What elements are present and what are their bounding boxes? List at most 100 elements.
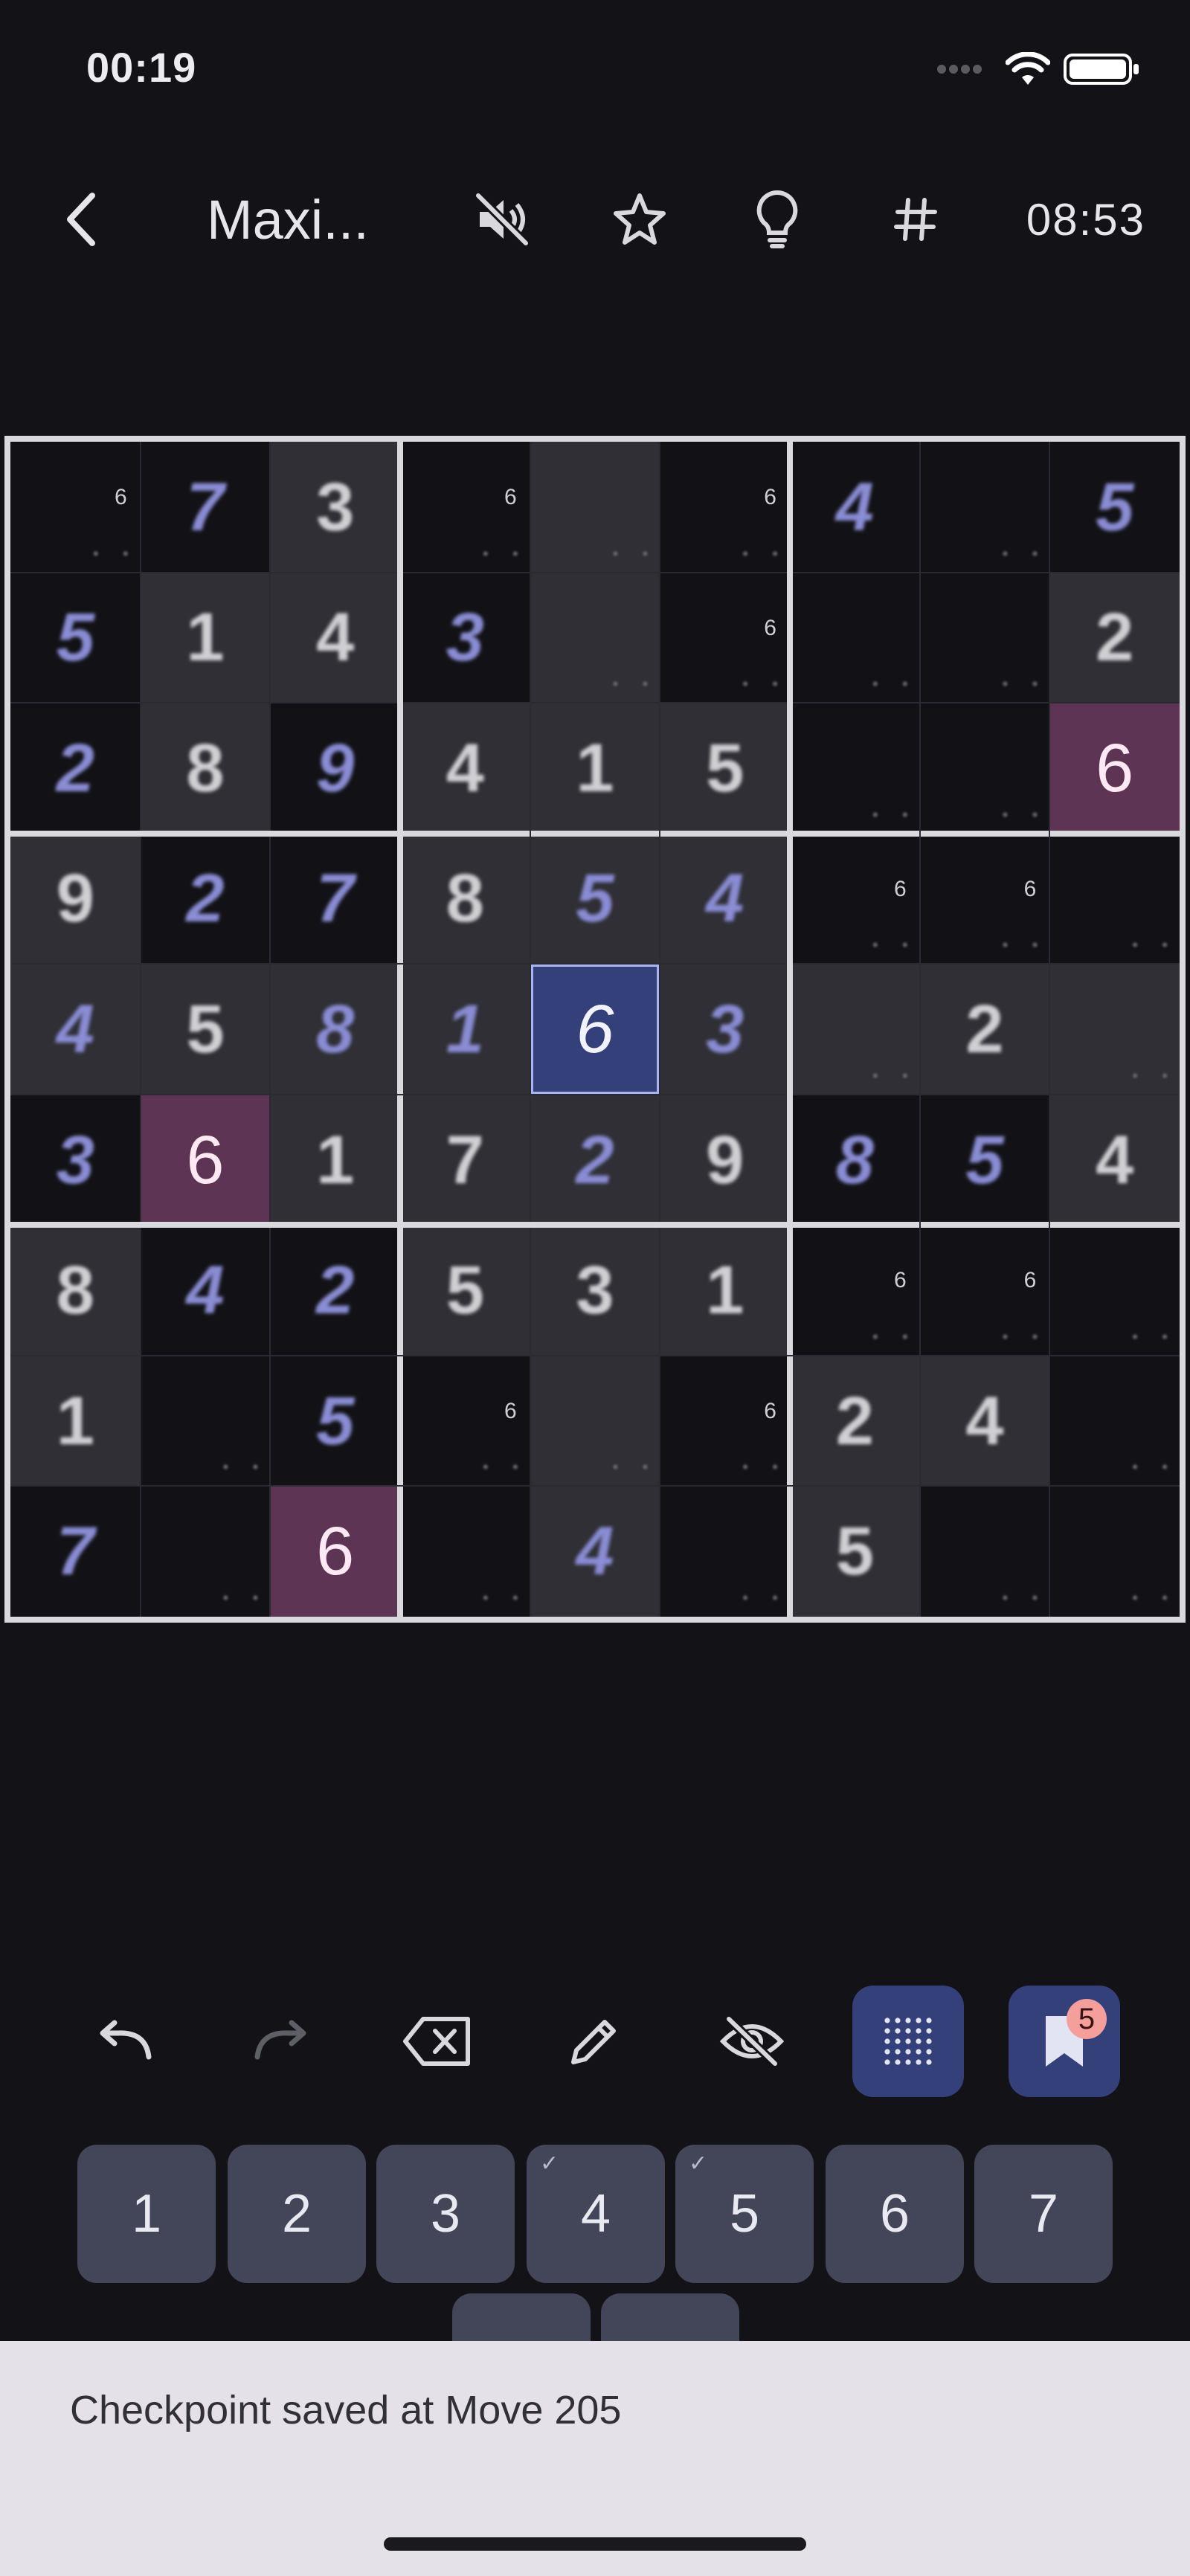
cell-r3c6[interactable]: 5 bbox=[660, 703, 790, 834]
cell-r8c3[interactable]: 5 bbox=[270, 1355, 400, 1487]
cell-r3c9[interactable]: 6 bbox=[1049, 703, 1180, 834]
cell-r1c2[interactable]: 7 bbox=[140, 442, 271, 573]
undo-button[interactable] bbox=[68, 1986, 180, 2097]
cell-r4c7[interactable]: 6 • • bbox=[790, 833, 920, 965]
pencil-button[interactable] bbox=[538, 1986, 650, 2097]
cell-r6c9[interactable]: 4 bbox=[1049, 1094, 1180, 1226]
cell-r3c5[interactable]: 1 bbox=[530, 703, 660, 834]
cell-r2c5[interactable]: • • bbox=[530, 572, 660, 703]
cell-r8c4[interactable]: 6 • • bbox=[400, 1355, 530, 1487]
cell-r6c2[interactable]: 6 bbox=[140, 1094, 271, 1226]
number-key-7[interactable]: 7 bbox=[974, 2145, 1113, 2283]
cell-r8c6[interactable]: 6 • • bbox=[660, 1355, 790, 1487]
cell-r4c5[interactable]: 5 bbox=[530, 833, 660, 965]
cell-r4c8[interactable]: 6 • • bbox=[919, 833, 1050, 965]
cell-r2c3[interactable]: 4 bbox=[270, 572, 400, 703]
candidates-button[interactable] bbox=[852, 1986, 964, 2097]
cell-r7c3[interactable]: 2 bbox=[270, 1225, 400, 1356]
cell-r6c7[interactable]: 8 bbox=[790, 1094, 920, 1226]
cell-r1c5[interactable]: • • bbox=[530, 442, 660, 573]
cell-r1c4[interactable]: 6 • • bbox=[400, 442, 530, 573]
cell-r9c5[interactable]: 4 bbox=[530, 1486, 660, 1617]
cell-r1c9[interactable]: 5 bbox=[1049, 442, 1180, 573]
cell-r5c9[interactable]: • • bbox=[1049, 964, 1180, 1095]
cell-r6c3[interactable]: 1 bbox=[270, 1094, 400, 1226]
cell-r1c8[interactable]: • • bbox=[919, 442, 1050, 573]
cell-r7c7[interactable]: 6 • • bbox=[790, 1225, 920, 1356]
cell-r8c9[interactable]: • • bbox=[1049, 1355, 1180, 1487]
cell-r9c4[interactable]: • • bbox=[400, 1486, 530, 1617]
cell-r5c1[interactable]: 4 bbox=[10, 964, 141, 1095]
cell-r2c4[interactable]: 3 bbox=[400, 572, 530, 703]
cell-r9c3[interactable]: 6 bbox=[270, 1486, 400, 1617]
cell-r2c8[interactable]: • • bbox=[919, 572, 1050, 703]
cell-r5c6[interactable]: 3 bbox=[660, 964, 790, 1095]
cell-r5c5[interactable]: 6 bbox=[530, 964, 660, 1095]
cell-r3c3[interactable]: 9 bbox=[270, 703, 400, 834]
cell-r2c9[interactable]: 2 bbox=[1049, 572, 1180, 703]
cell-r8c1[interactable]: 1 bbox=[10, 1355, 141, 1487]
cell-r7c6[interactable]: 1 bbox=[660, 1225, 790, 1356]
cell-r2c7[interactable]: • • bbox=[790, 572, 920, 703]
number-key-6[interactable]: 6 bbox=[826, 2145, 964, 2283]
number-key-2[interactable]: 2 bbox=[228, 2145, 366, 2283]
cell-r6c8[interactable]: 5 bbox=[919, 1094, 1050, 1226]
cell-r2c6[interactable]: 6 • • bbox=[660, 572, 790, 703]
cell-r3c7[interactable]: • • bbox=[790, 703, 920, 834]
cell-r4c9[interactable]: • • bbox=[1049, 833, 1180, 965]
number-key-1[interactable]: 1 bbox=[77, 2145, 216, 2283]
cell-r6c1[interactable]: 3 bbox=[10, 1094, 141, 1226]
cell-r4c3[interactable]: 7 bbox=[270, 833, 400, 965]
number-key-4[interactable]: ✓ 4 bbox=[527, 2145, 665, 2283]
cell-r5c8[interactable]: 2 bbox=[919, 964, 1050, 1095]
cell-r3c2[interactable]: 8 bbox=[140, 703, 271, 834]
cell-r5c3[interactable]: 8 bbox=[270, 964, 400, 1095]
cell-r4c2[interactable]: 2 bbox=[140, 833, 271, 965]
back-button[interactable] bbox=[45, 164, 119, 275]
favorite-button[interactable] bbox=[599, 164, 681, 275]
cell-r2c1[interactable]: 5 bbox=[10, 572, 141, 703]
cell-r8c8[interactable]: 4 bbox=[919, 1355, 1050, 1487]
cell-r1c3[interactable]: 3 bbox=[270, 442, 400, 573]
cell-r9c7[interactable]: 5 bbox=[790, 1486, 920, 1617]
cell-r3c8[interactable]: • • bbox=[919, 703, 1050, 834]
cell-r6c4[interactable]: 7 bbox=[400, 1094, 530, 1226]
cell-r9c8[interactable]: • • bbox=[919, 1486, 1050, 1617]
cell-r6c6[interactable]: 9 bbox=[660, 1094, 790, 1226]
cell-r4c1[interactable]: 9 bbox=[10, 833, 141, 965]
cell-r5c4[interactable]: 1 bbox=[400, 964, 530, 1095]
cell-r7c2[interactable]: 4 bbox=[140, 1225, 271, 1356]
cell-r9c2[interactable]: • • bbox=[140, 1486, 271, 1617]
cell-r1c7[interactable]: 4 bbox=[790, 442, 920, 573]
cell-r3c4[interactable]: 4 bbox=[400, 703, 530, 834]
cell-r2c2[interactable]: 1 bbox=[140, 572, 271, 703]
grid-mode-button[interactable] bbox=[875, 164, 956, 275]
cell-r7c9[interactable]: • • bbox=[1049, 1225, 1180, 1356]
cell-r4c4[interactable]: 8 bbox=[400, 833, 530, 965]
cell-r7c8[interactable]: 6 • • bbox=[919, 1225, 1050, 1356]
cell-r3c1[interactable]: 2 bbox=[10, 703, 141, 834]
hide-button[interactable] bbox=[696, 1986, 808, 2097]
cell-r1c6[interactable]: 6 • • bbox=[660, 442, 790, 573]
cell-r9c1[interactable]: 7 bbox=[10, 1486, 141, 1617]
number-key-5[interactable]: ✓ 5 bbox=[675, 2145, 814, 2283]
cell-r6c5[interactable]: 2 bbox=[530, 1094, 660, 1226]
home-indicator[interactable] bbox=[384, 2537, 806, 2551]
cell-r7c1[interactable]: 8 bbox=[10, 1225, 141, 1356]
cell-r8c5[interactable]: • • bbox=[530, 1355, 660, 1487]
number-key-3[interactable]: 3 bbox=[376, 2145, 515, 2283]
cell-r1c1[interactable]: 6 • • bbox=[10, 442, 141, 573]
sound-toggle-button[interactable] bbox=[461, 164, 543, 275]
cell-r4c6[interactable]: 4 bbox=[660, 833, 790, 965]
cell-r7c5[interactable]: 3 bbox=[530, 1225, 660, 1356]
redo-button[interactable] bbox=[226, 1986, 338, 2097]
cell-r9c6[interactable]: • • bbox=[660, 1486, 790, 1617]
cell-r9c9[interactable]: • • bbox=[1049, 1486, 1180, 1617]
cell-r8c7[interactable]: 2 bbox=[790, 1355, 920, 1487]
cell-r7c4[interactable]: 5 bbox=[400, 1225, 530, 1356]
hint-button[interactable] bbox=[736, 164, 818, 275]
cell-r5c2[interactable]: 5 bbox=[140, 964, 271, 1095]
cell-r5c7[interactable]: • • bbox=[790, 964, 920, 1095]
bookmark-button[interactable]: 5 bbox=[1009, 1986, 1120, 2097]
erase-button[interactable] bbox=[382, 1986, 494, 2097]
